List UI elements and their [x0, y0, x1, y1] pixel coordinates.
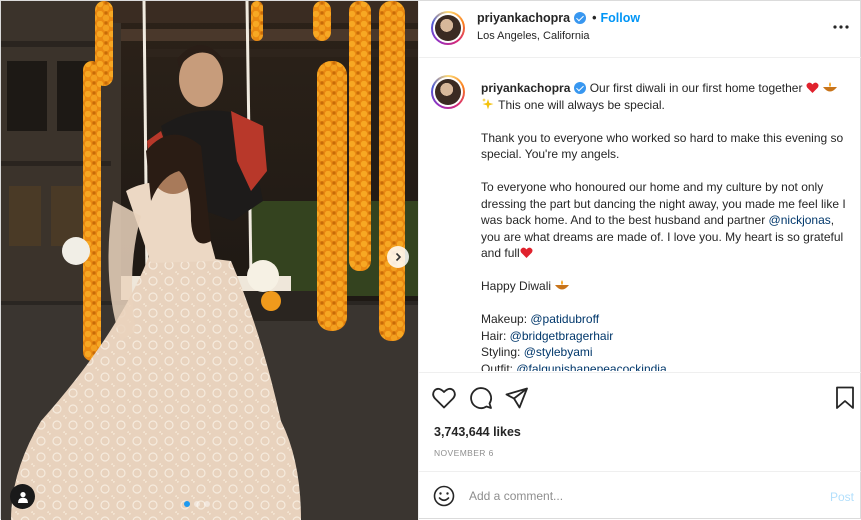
- carousel-dot: [204, 501, 210, 507]
- caption-line-1: Our first diwali in our first home toget…: [589, 81, 803, 95]
- bookmark-icon: [836, 386, 854, 409]
- credit-item: Makeup: @patidubroff: [481, 311, 851, 328]
- verified-badge-icon: [574, 82, 587, 94]
- caption-line-1-tail: This one will always be special.: [498, 97, 665, 112]
- like-button[interactable]: [432, 387, 456, 412]
- share-icon: [505, 387, 528, 409]
- user-tag-icon: [17, 491, 28, 503]
- verified-badge-icon: [574, 12, 587, 24]
- heart-emoji-icon: [806, 82, 819, 93]
- location-link[interactable]: Los Angeles, California: [477, 30, 590, 42]
- credit-item: Styling: @stylebyami: [481, 344, 851, 361]
- next-photo-button[interactable]: [387, 246, 409, 268]
- comment-box: Post: [419, 471, 861, 520]
- smiley-icon: [433, 485, 455, 507]
- emoji-button[interactable]: [433, 485, 455, 510]
- carousel-dots: [184, 501, 210, 507]
- credit-item: Outfit: @falgunishanepeacockindia: [481, 361, 851, 372]
- follow-button[interactable]: Follow: [600, 11, 640, 25]
- heart-emoji-icon: [520, 247, 533, 258]
- avatar[interactable]: [431, 11, 465, 45]
- caption-happy-diwali: Happy Diwali: [481, 279, 552, 293]
- photo-scene: [1, 1, 418, 520]
- credit-handle-link[interactable]: @bridgetbragerhair: [510, 329, 614, 343]
- caption-avatar[interactable]: [431, 75, 465, 109]
- credit-label: Outfit:: [481, 361, 517, 372]
- comment-button[interactable]: [469, 386, 493, 413]
- tagged-users-button[interactable]: [10, 484, 35, 509]
- comment-input[interactable]: [469, 484, 809, 508]
- carousel-dot: [194, 501, 200, 507]
- caption-username-link[interactable]: priyankachopra: [481, 81, 570, 95]
- credit-handle-link[interactable]: @stylebyami: [524, 345, 593, 359]
- comment-icon: [470, 387, 492, 409]
- save-button[interactable]: [835, 386, 855, 413]
- header-user-line: priyankachopra • Follow: [477, 11, 640, 25]
- post-photo[interactable]: [1, 1, 418, 520]
- caption-area: priyankachopra Our first diwali in our f…: [419, 59, 861, 371]
- post-comment-button[interactable]: Post: [830, 490, 854, 504]
- caption-paragraph-thanks: Thank you to everyone who worked so hard…: [481, 130, 844, 162]
- credit-handle-link[interactable]: @patidubroff: [530, 312, 599, 326]
- post-side-panel: priyankachopra • Follow Los Angeles, Calif…: [418, 1, 861, 520]
- more-options-icon[interactable]: [833, 17, 849, 33]
- username-link[interactable]: priyankachopra: [477, 11, 570, 25]
- credit-item: Hair: @bridgetbragerhair: [481, 328, 851, 345]
- credit-label: Styling:: [481, 345, 524, 359]
- post-header: priyankachopra • Follow Los Angeles, Calif…: [419, 1, 861, 58]
- sparkles-emoji-icon: [482, 97, 494, 109]
- credit-handle-link[interactable]: @falgunishanepeacockindia: [516, 362, 666, 372]
- post-dialog: priyankachopra • Follow Los Angeles, Calif…: [0, 0, 861, 520]
- diya-emoji-icon: [555, 280, 570, 290]
- heart-icon: [432, 387, 456, 409]
- separator-dot: •: [592, 11, 597, 25]
- mention-link[interactable]: @nickjonas: [769, 213, 831, 227]
- post-date[interactable]: NOVEMBER 6: [434, 448, 494, 458]
- diya-emoji-icon: [823, 82, 838, 92]
- chevron-right-icon: [395, 252, 402, 262]
- credit-label: Hair:: [481, 328, 510, 343]
- credits-list: Makeup: @patidubroff Hair: @bridgetbrage…: [481, 311, 851, 371]
- share-button[interactable]: [505, 387, 529, 412]
- carousel-dot-active: [184, 501, 190, 507]
- credit-label: Makeup:: [481, 312, 531, 326]
- caption-text: priyankachopra Our first diwali in our f…: [481, 80, 851, 371]
- likes-count[interactable]: 3,743,644 likes: [434, 425, 521, 439]
